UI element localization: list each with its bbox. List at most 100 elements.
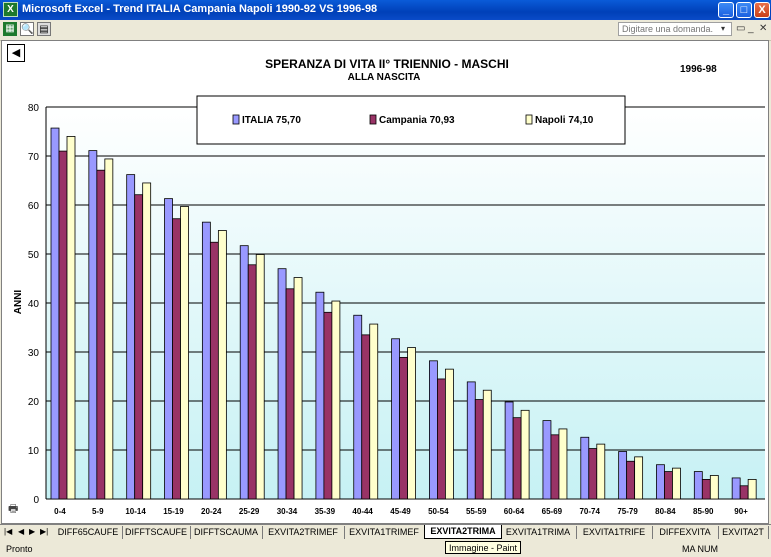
status-text: Pronto bbox=[6, 544, 33, 554]
back-arrow-icon[interactable]: ◀ bbox=[7, 44, 25, 62]
y-tick-label: 50 bbox=[28, 250, 40, 261]
x-tick-label: 20-24 bbox=[201, 507, 222, 516]
bar-2-13 bbox=[558, 428, 568, 500]
x-tick-label: 40-44 bbox=[352, 507, 373, 516]
bar-0-6 bbox=[277, 268, 287, 500]
x-tick-label: 30-34 bbox=[277, 507, 298, 516]
bar-1-16 bbox=[664, 471, 673, 500]
last-sheet-icon[interactable]: ▶| bbox=[40, 527, 48, 536]
x-tick-label: 15-19 bbox=[163, 507, 184, 516]
bar-2-4 bbox=[217, 230, 227, 500]
bar-2-2 bbox=[142, 182, 152, 500]
bar-1-12 bbox=[512, 417, 522, 500]
legend-label: Napoli 74,10 bbox=[535, 115, 594, 126]
sheet-tab[interactable]: DIFFEXVITA bbox=[652, 526, 719, 539]
bar-1-17 bbox=[701, 478, 711, 500]
sheet-tab[interactable]: EXVITA2TRIMEF bbox=[262, 526, 345, 539]
x-tick-label: 55-59 bbox=[466, 507, 487, 516]
bar-2-5 bbox=[255, 254, 265, 500]
sheet-tab[interactable]: EXVITA1TRIMEF bbox=[344, 526, 425, 539]
bar-0-1 bbox=[88, 150, 98, 500]
x-tick-label: 75-79 bbox=[617, 507, 638, 516]
y-axis-label: ANNI bbox=[13, 290, 24, 315]
bar-2-3 bbox=[180, 206, 189, 500]
period-label: 1996-98 bbox=[680, 64, 717, 75]
bar-1-18 bbox=[739, 485, 749, 500]
x-tick-label: 45-49 bbox=[390, 507, 411, 516]
y-tick-label: 30 bbox=[28, 348, 40, 359]
bar-2-1 bbox=[104, 158, 114, 500]
status-bar: Pronto MA NUM bbox=[0, 540, 771, 557]
bar-2-8 bbox=[369, 323, 379, 500]
bar-1-1 bbox=[96, 169, 106, 500]
bar-1-15 bbox=[626, 460, 636, 500]
legend-swatch bbox=[232, 114, 240, 125]
bar-2-17 bbox=[709, 475, 719, 500]
bar-1-10 bbox=[437, 378, 446, 500]
y-tick-label: 80 bbox=[28, 103, 40, 114]
chart-subtitle: ALLA NASCITA bbox=[348, 72, 421, 83]
bar-0-17 bbox=[693, 471, 703, 500]
x-tick-label: 0-4 bbox=[54, 507, 66, 516]
taskbar-tooltip: Immagine - Paint bbox=[445, 541, 522, 554]
sheet-tab[interactable]: EXVITA1TRIFE bbox=[576, 526, 653, 539]
bar-1-5 bbox=[247, 264, 257, 500]
status-indicators: MA NUM bbox=[682, 544, 718, 554]
bar-2-9 bbox=[407, 347, 416, 500]
bar-1-9 bbox=[399, 356, 408, 500]
bar-1-0 bbox=[58, 150, 68, 500]
sheet-tab[interactable]: DIFFTSCAUFE bbox=[122, 526, 191, 539]
bar-1-14 bbox=[588, 448, 598, 500]
sheet-tab[interactable]: DIFFTSCAUMA bbox=[190, 526, 263, 539]
bar-1-8 bbox=[361, 334, 371, 500]
bar-0-18 bbox=[731, 477, 741, 500]
x-tick-label: 35-39 bbox=[315, 507, 336, 516]
bar-0-14 bbox=[580, 436, 590, 500]
sheet-tab[interactable]: EXVITA1TRIMA bbox=[500, 526, 577, 539]
x-tick-label: 25-29 bbox=[239, 507, 260, 516]
x-tick-label: 5-9 bbox=[92, 507, 104, 516]
bar-2-14 bbox=[596, 443, 606, 500]
bar-0-3 bbox=[164, 198, 173, 500]
bar-2-11 bbox=[482, 389, 492, 500]
x-tick-label: 70-74 bbox=[579, 507, 600, 516]
y-tick-label: 0 bbox=[33, 495, 39, 506]
bar-1-3 bbox=[172, 218, 181, 500]
bar-0-12 bbox=[504, 401, 514, 500]
bar-2-6 bbox=[293, 277, 303, 500]
sheet-tab[interactable]: EXVITA2T bbox=[718, 526, 769, 539]
y-tick-label: 20 bbox=[28, 397, 40, 408]
x-tick-label: 60-64 bbox=[504, 507, 525, 516]
bar-2-0 bbox=[66, 135, 76, 500]
printer-icon[interactable]: 🖶 bbox=[8, 500, 18, 519]
bar-2-10 bbox=[445, 368, 454, 500]
y-tick-label: 10 bbox=[28, 446, 40, 457]
sheet-tab[interactable]: EXVITA2TRIMA bbox=[424, 525, 502, 539]
legend-swatch bbox=[525, 114, 533, 125]
bar-1-13 bbox=[550, 434, 560, 500]
bar-0-2 bbox=[126, 174, 136, 500]
legend-label: Campania 70,93 bbox=[379, 115, 455, 126]
x-tick-label: 85-90 bbox=[693, 507, 714, 516]
y-tick-label: 70 bbox=[28, 152, 40, 163]
x-tick-label: 90+ bbox=[734, 507, 748, 516]
chart-title: SPERANZA DI VITA II° TRIENNIO - MASCHI bbox=[265, 57, 509, 71]
sheet-tab[interactable]: DIFF65CAUFE bbox=[54, 526, 123, 539]
bar-0-15 bbox=[618, 451, 628, 500]
next-sheet-icon[interactable]: ▶ bbox=[29, 527, 35, 536]
bar-2-12 bbox=[520, 409, 530, 500]
bar-0-4 bbox=[201, 221, 211, 500]
bar-chart: 0 10 20 30 40 50 60 70 80 0-4 5-9 10-14 15-19 20-24 25… bbox=[13, 57, 765, 516]
bar-0-5 bbox=[239, 245, 249, 500]
bar-0-8 bbox=[353, 314, 363, 500]
first-sheet-icon[interactable]: |◀ bbox=[4, 527, 12, 536]
prev-sheet-icon[interactable]: ◀ bbox=[18, 527, 24, 536]
bar-0-7 bbox=[315, 291, 325, 500]
bar-0-9 bbox=[391, 338, 400, 500]
bar-2-15 bbox=[634, 456, 644, 500]
bar-1-2 bbox=[134, 194, 144, 500]
bar-1-11 bbox=[474, 399, 484, 500]
bar-0-13 bbox=[542, 420, 552, 500]
bar-0-16 bbox=[656, 464, 665, 500]
x-tick-label: 50-54 bbox=[428, 507, 449, 516]
